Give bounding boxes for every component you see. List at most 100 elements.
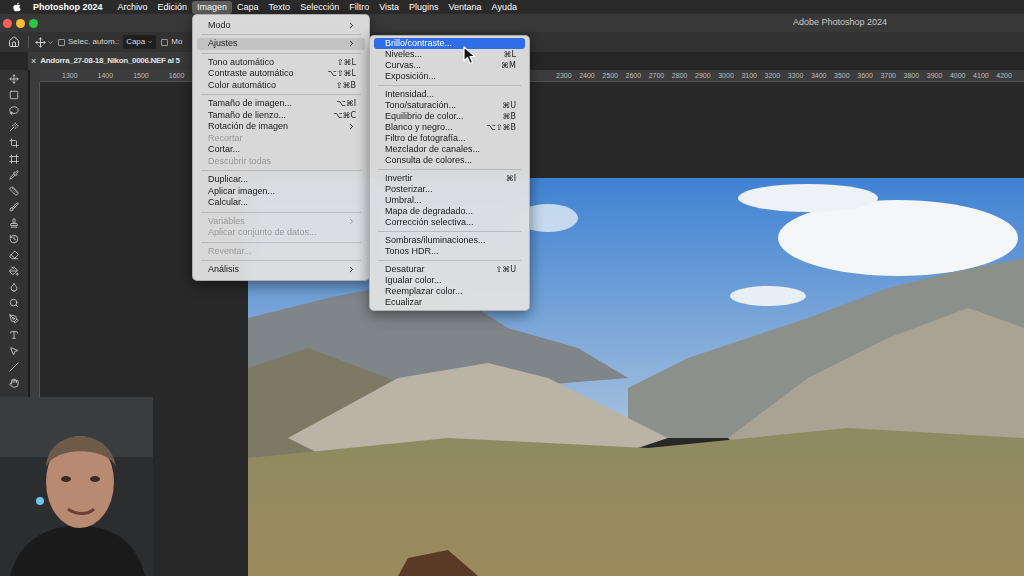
menu-item[interactable]: Brillo/contraste... — [374, 38, 525, 49]
menu-item[interactable]: Sombras/iluminaciones... — [374, 235, 525, 246]
eyedropper-tool-icon[interactable] — [9, 170, 19, 180]
menu-item[interactable]: Ajustes — [197, 38, 365, 50]
menu-item[interactable]: Rotación de imagen — [197, 121, 365, 133]
menu-item[interactable]: Duplicar... — [197, 174, 365, 186]
menu-bar-item[interactable]: Archivo — [113, 1, 153, 14]
menu-item-label: Niveles... — [385, 49, 422, 60]
menu-item[interactable]: Invertir⌘I — [374, 173, 525, 184]
menu-item[interactable]: Contraste automático⌥⇧⌘L — [197, 68, 365, 80]
menu-item[interactable]: Reemplazar color... — [374, 286, 525, 297]
menu-bar-item[interactable]: Ventana — [444, 1, 487, 14]
menu-item[interactable]: Tono automático⇧⌘L — [197, 57, 365, 69]
menu-item: Descubrir todas — [197, 156, 365, 168]
dodge-tool-icon[interactable] — [9, 298, 19, 308]
menu-item[interactable]: Color automático⇧⌘B — [197, 80, 365, 92]
frame-tool-icon[interactable] — [9, 154, 19, 164]
menu-item-label: Mezclador de canales... — [385, 144, 480, 155]
menu-bar-item[interactable]: Ayuda — [487, 1, 522, 14]
menu-item[interactable]: Exposición... — [374, 71, 525, 82]
app-name[interactable]: Photoshop 2024 — [33, 3, 103, 12]
crop-tool-icon[interactable] — [9, 138, 19, 148]
menu-separator — [201, 212, 361, 213]
magic-wand-tool-icon[interactable] — [9, 122, 19, 132]
menu-item[interactable]: Tamaño de imagen... ⌥⌘I — [197, 98, 365, 110]
home-icon[interactable] — [8, 36, 20, 48]
adjustments-submenu: Brillo/contraste...Niveles...⌘LCurvas...… — [369, 35, 530, 311]
pen-tool-icon[interactable] — [9, 314, 19, 324]
menu-separator — [378, 260, 521, 261]
document-tab[interactable]: ×Andorra_27-08-18_Nikon_0006.NEF al 5 — [28, 52, 200, 70]
menu-item[interactable]: Ecualizar — [374, 297, 525, 308]
menu-item-label: Consulta de colores... — [385, 155, 472, 166]
line-tool-icon[interactable] — [9, 362, 19, 372]
menu-bar-item[interactable]: Plugins — [404, 1, 444, 14]
menu-item[interactable]: Análisis — [197, 264, 365, 276]
menu-item-label: Corrección selectiva... — [385, 217, 474, 228]
menu-item-shortcut: ⌘U — [494, 100, 516, 111]
menu-item[interactable]: Posterizar... — [374, 184, 525, 195]
menu-item[interactable]: Filtro de fotografía... — [374, 133, 525, 144]
menu-separator — [378, 169, 521, 170]
menu-item[interactable]: Tonos HDR... — [374, 246, 525, 257]
auto-select-checkbox[interactable] — [58, 39, 65, 46]
menu-separator — [378, 85, 521, 86]
menu-bar-item[interactable]: Vista — [374, 1, 404, 14]
eraser-tool-icon[interactable] — [9, 250, 19, 260]
menu-item-shortcut: ⌥⌘I — [328, 98, 356, 109]
menu-item[interactable]: Consulta de colores... — [374, 155, 525, 166]
close-window-button[interactable] — [3, 19, 12, 28]
menu-item[interactable]: Intensidad... — [374, 89, 525, 100]
tool-preset-chevron-icon[interactable] — [47, 39, 54, 46]
menu-item[interactable]: Calcular... — [197, 197, 365, 209]
paint-bucket-tool-icon[interactable] — [9, 266, 19, 276]
ruler-label: 2600 — [626, 72, 642, 79]
submenu-arrow-icon — [347, 21, 356, 30]
brush-tool-icon[interactable] — [9, 202, 19, 212]
ruler-tool-icon[interactable] — [9, 186, 19, 196]
menu-item[interactable]: Umbral... — [374, 195, 525, 206]
path-selection-tool-icon[interactable] — [9, 346, 19, 356]
menu-item[interactable]: Mapa de degradado... — [374, 206, 525, 217]
menu-bar-item[interactable]: Texto — [264, 1, 296, 14]
menu-bar-item[interactable]: Edición — [153, 1, 193, 14]
menu-item[interactable]: Igualar color... — [374, 275, 525, 286]
auto-select-option[interactable]: Selec. autom.: — [58, 36, 119, 48]
history-brush-tool-icon[interactable] — [9, 234, 19, 244]
transform-controls-checkbox[interactable] — [161, 39, 168, 46]
menu-bar-item[interactable]: Selección — [295, 1, 344, 14]
menu-bar-item[interactable]: Capa — [232, 1, 264, 14]
move-tool-icon[interactable] — [9, 74, 19, 84]
menu-item-label: Ecualizar — [385, 297, 422, 308]
menu-item[interactable]: Aplicar imagen... — [197, 186, 365, 198]
menu-item[interactable]: Niveles...⌘L — [374, 49, 525, 60]
move-tool-icon[interactable] — [35, 37, 46, 48]
menu-bar-item[interactable]: Filtro — [344, 1, 374, 14]
transform-controls-option[interactable]: Mo — [161, 36, 182, 48]
menu-bar-item[interactable]: Imagen — [192, 1, 232, 14]
menu-item[interactable]: Equilibrio de color...⌘B — [374, 111, 525, 122]
menu-item[interactable]: Cortar... — [197, 144, 365, 156]
apple-logo-icon[interactable] — [12, 2, 22, 12]
menu-item-shortcut: ⌥⌘C — [325, 110, 356, 121]
screen: Photoshop 2024ArchivoEdiciónImagenCapaTe… — [0, 0, 1024, 576]
menu-item[interactable]: Modo — [197, 20, 365, 32]
close-tab-button[interactable]: × — [31, 57, 36, 66]
lasso-tool-icon[interactable] — [9, 106, 19, 116]
marquee-tool-icon[interactable] — [9, 90, 19, 100]
minimize-window-button[interactable] — [16, 19, 25, 28]
blur-tool-icon[interactable] — [9, 282, 19, 292]
menu-item[interactable]: Curvas...⌘M — [374, 60, 525, 71]
menu-item[interactable]: Corrección selectiva... — [374, 217, 525, 228]
menu-item[interactable]: Blanco y negro...⌥⇧⌘B — [374, 122, 525, 133]
menu-item[interactable]: Mezclador de canales... — [374, 144, 525, 155]
auto-select-target-dropdown[interactable]: Capa — [123, 35, 156, 49]
image-menu: Modo Ajustes Tono automático⇧⌘LContraste a… — [192, 14, 370, 281]
stamp-tool-icon[interactable] — [9, 218, 19, 228]
zoom-window-button[interactable] — [29, 19, 38, 28]
menu-item[interactable]: Tamaño de lienzo...⌥⌘C — [197, 110, 365, 122]
type-tool-icon[interactable] — [9, 330, 19, 340]
menu-item[interactable]: Desaturar⇧⌘U — [374, 264, 525, 275]
menu-item-label: Tamaño de imagen... — [208, 98, 292, 109]
hand-tool-icon[interactable] — [9, 378, 19, 388]
menu-item[interactable]: Tono/saturación...⌘U — [374, 100, 525, 111]
